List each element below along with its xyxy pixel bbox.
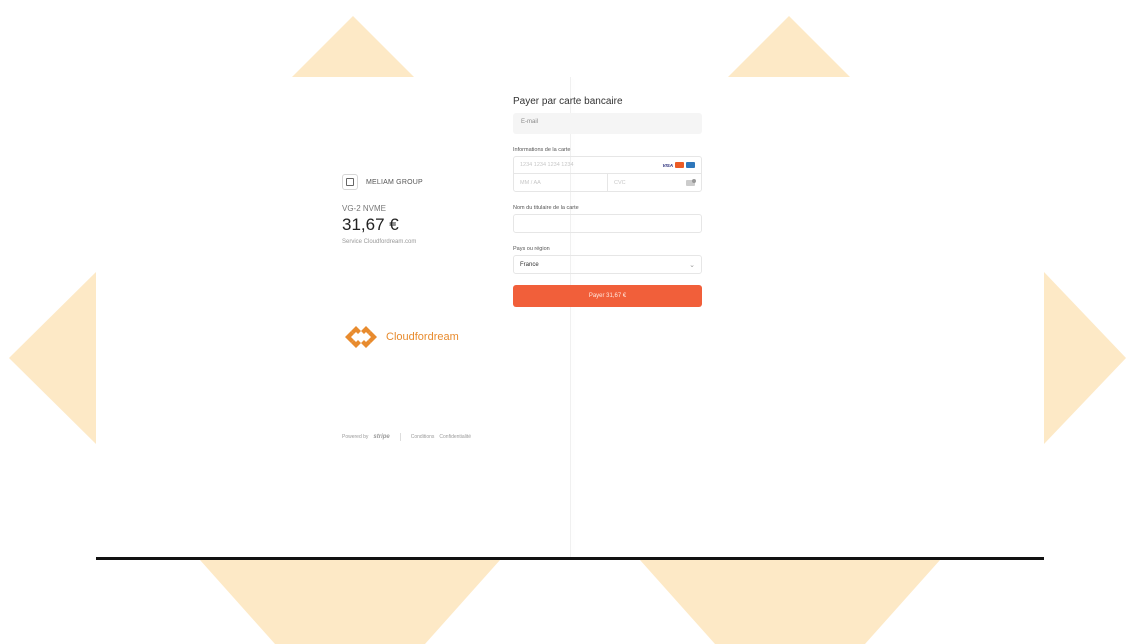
cardholder-label: Nom du titulaire de la carte xyxy=(513,205,579,211)
country-label: Pays ou région xyxy=(513,246,550,252)
checkout-footer: Powered by stripe Conditions Confidentia… xyxy=(342,433,471,441)
cloudfordream-logo-icon xyxy=(345,326,377,348)
cvc-placeholder: CVC xyxy=(614,179,626,186)
stripe-logo[interactable]: stripe xyxy=(373,434,389,440)
privacy-link[interactable]: Confidentialité xyxy=(439,434,471,440)
merchant-store-icon xyxy=(342,174,358,190)
visa-icon: VISA xyxy=(662,162,673,168)
email-input[interactable]: E-mail xyxy=(513,113,702,134)
card-brands: VISA xyxy=(662,162,695,168)
card-number-input[interactable]: 1234 1234 1234 1234 VISA xyxy=(514,157,701,174)
powered-by-text: Powered by xyxy=(342,434,369,440)
country-select[interactable]: France ⌄ xyxy=(513,255,702,274)
chevron-down-icon: ⌄ xyxy=(689,261,695,269)
country-value: France xyxy=(520,261,539,268)
decor-triangle-top-left xyxy=(292,16,414,77)
cardholder-name-input[interactable] xyxy=(513,214,702,233)
brand-logo: Cloudfordream xyxy=(342,324,459,350)
pay-button[interactable]: Payer 31,67 € xyxy=(513,285,702,307)
card-number-placeholder: 1234 1234 1234 1234 xyxy=(520,162,574,168)
expiry-input[interactable]: MM / AA xyxy=(514,174,608,191)
cvc-card-icon xyxy=(686,178,696,186)
service-description: Service Cloudfordream.com xyxy=(342,239,417,245)
card-details-group: 1234 1234 1234 1234 VISA MM / AA CVC xyxy=(513,156,702,192)
decor-triangle-left xyxy=(9,272,96,444)
mastercard-icon xyxy=(675,162,684,168)
decor-shape-bottom-left xyxy=(200,560,500,644)
decor-shape-bottom-right xyxy=(640,560,940,644)
bottom-rule xyxy=(96,557,1044,560)
footer-separator xyxy=(399,433,401,441)
form-title: Payer par carte bancaire xyxy=(513,96,623,107)
product-name: VG-2 NVME xyxy=(342,204,387,213)
order-price: 31,67 € xyxy=(342,215,399,234)
brand-name: Cloudfordream xyxy=(386,331,459,343)
decor-triangle-right xyxy=(1044,272,1126,444)
cvc-input[interactable]: CVC xyxy=(608,174,701,191)
payment-form: Payer par carte bancaire E-mail Informat… xyxy=(513,96,702,307)
card-info-label: Informations de la carte xyxy=(513,147,571,153)
conditions-link[interactable]: Conditions xyxy=(411,434,435,440)
merchant-header[interactable]: MELIAM GROUP xyxy=(342,174,423,190)
amex-icon xyxy=(686,162,695,168)
decor-triangle-top-right xyxy=(728,16,850,77)
merchant-name: MELIAM GROUP xyxy=(366,178,423,186)
expiry-placeholder: MM / AA xyxy=(520,179,541,186)
